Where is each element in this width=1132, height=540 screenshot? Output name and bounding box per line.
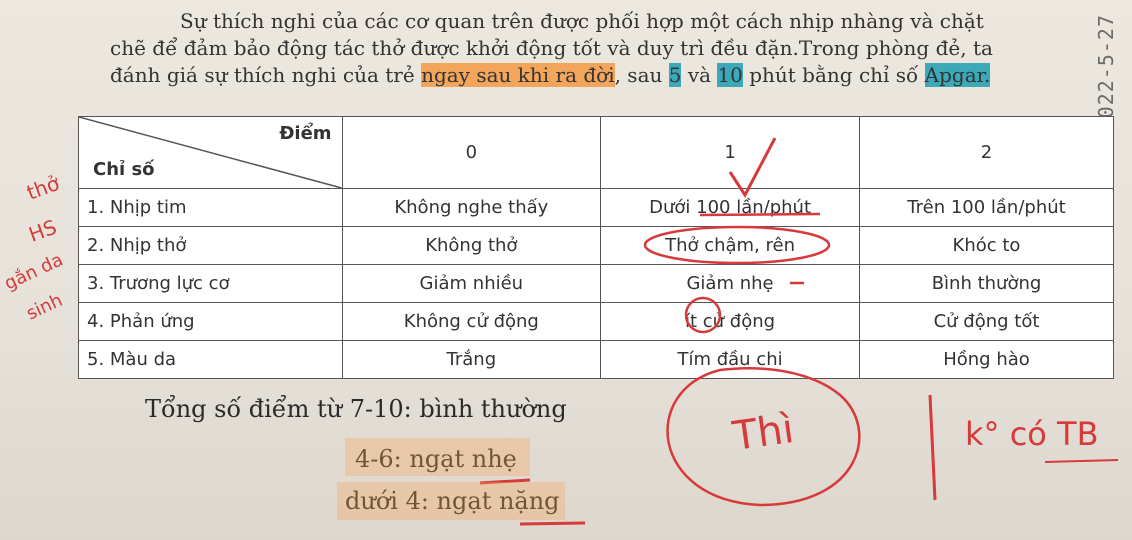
cell-score-0: Giảm nhiều [341,264,602,303]
right-note: k° có TB [965,415,1099,453]
divider-stroke [928,394,937,501]
table-header-row: Điểm Chỉ số 0 1 2 [78,116,1114,189]
paragraph-line-2: chẽ để đảm bảo động tác thở được khởi độ… [110,36,993,60]
margin-note-3: gắn da [1,249,66,294]
date-stamp: 2022-5-27 [1094,14,1118,132]
paragraph-line-1: Sự thích nghi của các cơ quan trên được … [180,9,984,33]
scale-severe: dưới 4: ngạt nặng [345,487,560,515]
table-row: 2. Nhịp thở Không thở Thở chậm, rên Khóc… [78,226,1114,265]
header-score-0: 0 [341,116,602,189]
cell-score-1: Giảm nhẹ [600,264,860,303]
margin-note-1: thở [24,171,64,205]
paragraph-line-3-prefix: đánh giá sự thích nghi của trẻ [110,63,422,87]
cell-score-1: Tím đầu chi [600,340,860,379]
header-score-2: 2 [859,116,1114,189]
paragraph-line-3-mid-1: , sau [614,63,669,87]
cell-score-1: Thở chậm, rên [600,226,860,265]
cell-score-0: Không thở [341,226,602,265]
cell-score-2: Khóc to [859,226,1114,265]
paragraph-line-3-mid-3: phút bằng chỉ số [742,63,925,87]
cell-score-1: Dưới 100 lần/phút [600,188,860,227]
row-label: 2. Nhịp thở [78,226,343,265]
header-score-1: 1 [600,116,860,189]
margin-note-4: sinh [23,290,66,325]
row-label: 3. Trương lực cơ [78,264,343,303]
loop-annotation [666,367,861,507]
scale-mild: 4-6: ngạt nhẹ [355,445,517,473]
corner-header-cell: Điểm Chỉ số [78,116,343,189]
paragraph-line-3: đánh giá sự thích nghi của trẻ ngay sau … [110,62,1085,89]
cell-score-2: Trên 100 lần/phút [859,188,1114,227]
cell-score-0: Không nghe thấy [341,188,602,227]
table-row: 3. Trương lực cơ Giảm nhiều Giảm nhẹ Bìn… [78,264,1114,303]
corner-label-index: Chỉ số [93,159,155,180]
highlight-ten: 10 [717,63,743,87]
cell-score-0: Không cử động [341,302,602,341]
cell-score-1: ít cử động [600,302,860,341]
underline-mild [479,478,531,485]
apgar-table: Điểm Chỉ số 0 1 2 1. Nhịp tim Không nghe… [78,116,1114,379]
table-row: 4. Phản ứng Không cử động ít cử động Cử … [78,302,1114,341]
table-row: 5. Màu da Trắng Tím đầu chi Hồng hào [78,340,1114,379]
margin-note-2: HS [26,215,60,247]
right-note-underline [1044,459,1119,463]
center-note: Thì [729,406,797,460]
row-label: 4. Phản ứng [78,302,343,341]
cell-score-2: Cử động tốt [859,302,1114,341]
row-label: 1. Nhịp tim [78,188,343,227]
intro-paragraph: Sự thích nghi của các cơ quan trên được … [110,8,1085,89]
highlight-five: 5 [668,63,682,87]
cell-score-2: Hồng hào [859,340,1114,379]
underline-severe [519,521,586,526]
corner-label-score: Điểm [279,123,332,144]
textbook-page: Sự thích nghi của các cơ quan trên được … [0,0,1132,540]
cell-score-2: Bình thường [859,264,1114,303]
cell-score-0: Trắng [341,340,602,379]
scale-normal: Tổng số điểm từ 7-10: bình thường [145,395,567,423]
table-row: 1. Nhịp tim Không nghe thấy Dưới 100 lần… [78,188,1114,227]
paragraph-line-3-mid-2: và [681,63,718,87]
row-label: 5. Màu da [78,340,343,379]
highlight-apgar: Apgar. [924,63,991,87]
highlight-birth: ngay sau khi ra đời [421,63,615,87]
